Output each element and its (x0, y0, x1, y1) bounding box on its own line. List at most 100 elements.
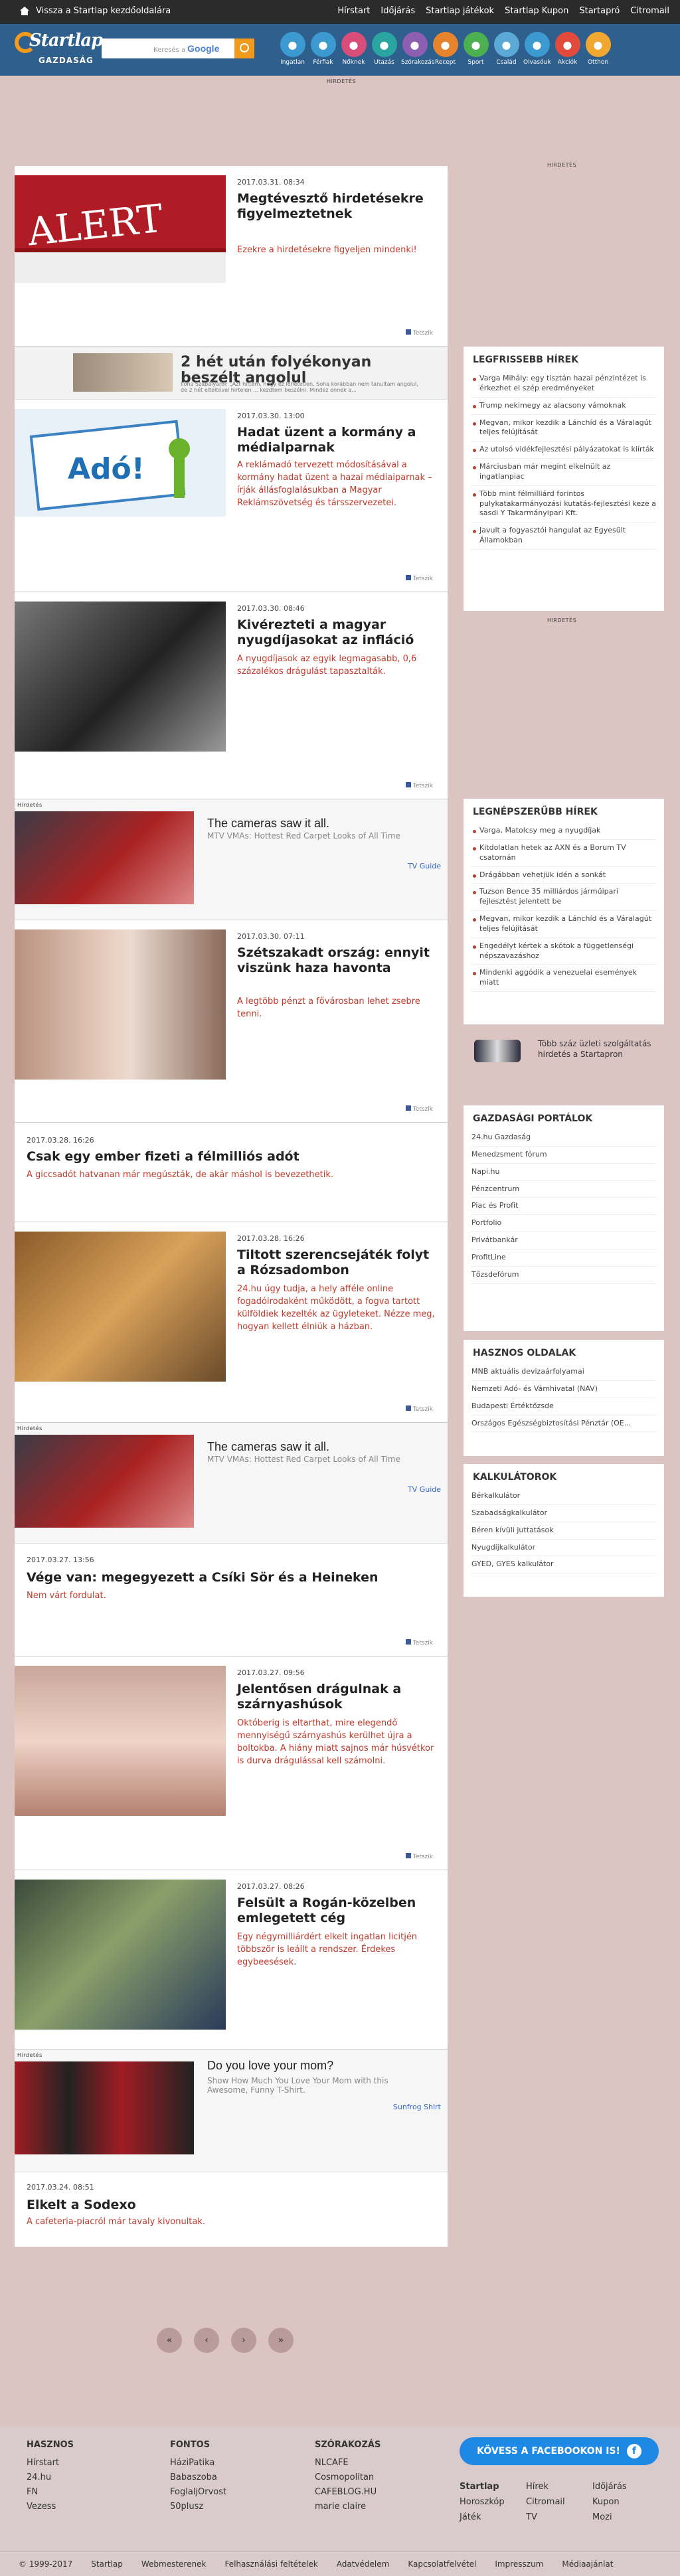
article-5[interactable]: 2017.03.28. 16:26 Tiltott szerencsejáték… (15, 1222, 448, 1423)
category-ingatlan[interactable]: ● Ingatlan (279, 32, 306, 66)
category-nőknek[interactable]: ● Nőknek (340, 32, 367, 66)
footer-link[interactable]: Babaszoba (170, 2472, 226, 2482)
last-page-button[interactable]: » (268, 2328, 294, 2353)
share-widget[interactable]: Tetszik (405, 782, 433, 789)
share-widget[interactable]: Tetszik (405, 1406, 433, 1413)
share-widget[interactable]: Tetszik (405, 329, 433, 337)
list-item[interactable]: Engedélyt kértek a skótok a függetlenség… (471, 938, 656, 965)
startlap-logo[interactable]: Startlap GAZDASÁG (15, 29, 103, 66)
list-item[interactable]: Kitdolatlan hetek az AXN és a Borum TV c… (471, 840, 656, 867)
list-item[interactable]: Budapesti Értéktőzsde (471, 1398, 656, 1415)
list-item[interactable]: GYED, GYES kalkulátor (471, 1556, 656, 1574)
footer-link[interactable]: Játék (460, 2512, 526, 2522)
article-8[interactable]: 2017.03.27. 08:26 Felsült a Rogán-közelb… (15, 1870, 448, 2050)
article-title[interactable]: Felsült a Rogán-közelben emlegetett cég (237, 1895, 436, 1926)
footer-link[interactable]: Adatvédelem (337, 2559, 390, 2569)
footer-link[interactable]: Hírstart (27, 2458, 74, 2468)
list-item[interactable]: Márciusban már megint elkelnült az ingat… (471, 459, 656, 486)
article-3[interactable]: 2017.03.30. 07:11 Szétszakadt ország: en… (15, 920, 448, 1123)
list-item[interactable]: Piac és Profit (471, 1198, 656, 1216)
list-item[interactable]: Pénzcentrum (471, 1181, 656, 1198)
promo-link[interactable]: TV Guide (408, 862, 441, 870)
list-item[interactable]: Mindenki aggódik a venezuelai események … (471, 965, 656, 993)
prev-page-button[interactable]: ‹ (194, 2328, 219, 2353)
article-title[interactable]: Jelentősen drágulnak a szárnyashúsok (237, 1682, 436, 1712)
toplink-citromail[interactable]: Citromail (630, 6, 669, 16)
category-család[interactable]: ● Család (493, 32, 520, 66)
list-item[interactable]: Portfolio (471, 1215, 656, 1233)
footer-link[interactable]: Kapcsolatfelvétel (408, 2559, 476, 2569)
footer-link[interactable]: Hírek (526, 2482, 592, 2492)
category-recept[interactable]: ● Recept (432, 32, 459, 66)
promo-ad-0[interactable]: Hirdetés The cameras saw it all. MTV VMA… (15, 799, 448, 920)
toplink-jatekok[interactable]: Startlap játékok (426, 6, 494, 16)
list-item[interactable]: Tuzson Bence 35 milliárdos járműipari fe… (471, 884, 656, 912)
back-link[interactable]: Vissza a Startlap kezdőoldalára (20, 6, 171, 16)
list-item[interactable]: Béren kívüli juttatások (471, 1522, 656, 1540)
footer-link[interactable]: TV (526, 2512, 592, 2522)
article-1[interactable]: Adó! 2017.03.30. 13:00 Hadat üzent a kor… (15, 400, 448, 592)
footer-link[interactable]: marie claire (315, 2502, 381, 2512)
share-widget[interactable]: Tetszik (405, 575, 433, 582)
footer-link[interactable]: Felhasználási feltételek (224, 2559, 317, 2569)
article-7[interactable]: 2017.03.27. 09:56 Jelentősen drágulnak a… (15, 1656, 448, 1870)
footer-link[interactable]: Cosmopolitan (315, 2472, 381, 2482)
list-item[interactable]: Több mint félmilliárd forintos pulykatak… (471, 486, 656, 523)
list-item[interactable]: Drágábban vehetjük idén a sonkát (471, 867, 656, 884)
article-4[interactable]: 2017.03.28. 16:26 Csak egy ember fizeti … (15, 1123, 448, 1222)
list-item[interactable]: Országos Egészségbiztosítási Pénztár (OE… (471, 1415, 656, 1433)
category-sport[interactable]: ● Sport (462, 32, 489, 66)
footer-link[interactable]: NLCAFE (315, 2458, 381, 2468)
footer-link[interactable]: Citromail (526, 2497, 592, 2507)
footer-link[interactable]: Startlap (460, 2482, 526, 2492)
footer-link[interactable]: Webmesterenek (141, 2559, 207, 2569)
list-item[interactable]: Megvan, mikor kezdik a Lánchíd és a Vára… (471, 415, 656, 442)
list-item[interactable]: Trump nekimegy az alacsony vámoknak (471, 398, 656, 415)
promo-link[interactable]: TV Guide (408, 1485, 441, 1494)
article-title[interactable]: Csak egy ember fizeti a félmilliós adót (27, 1149, 432, 1165)
article-title[interactable]: Tiltott szerencsejáték folyt a Rózsadomb… (237, 1248, 436, 1278)
search-box[interactable]: Keresés a Google (102, 39, 254, 58)
footer-link[interactable]: Horoszkóp (460, 2497, 526, 2507)
article-title[interactable]: Megtévesztő hirdetésekre figyelmeztetnek (237, 191, 436, 222)
article-title[interactable]: Hadat üzent a kormány a médialparnak (237, 425, 436, 455)
article-title[interactable]: Kivérezteti a magyar nyugdíjasokat az in… (237, 617, 436, 648)
promo-link[interactable]: Sunfrog Shirt (393, 2103, 441, 2111)
inline-ad[interactable]: 2 hét után folyékonyan beszélt angolul I… (15, 347, 448, 400)
category-utazás[interactable]: ● Utazás (371, 32, 398, 66)
startapro-promo[interactable]: Több száz üzleti szolgáltatás hirdetés a… (464, 1028, 664, 1074)
promo-ad-2[interactable]: Hirdetés Do you love your mom? Show How … (15, 2050, 448, 2172)
footer-link[interactable]: Kupon (592, 2497, 659, 2507)
toplink-hirstart[interactable]: Hírstart (337, 6, 370, 16)
article-title[interactable]: Vége van: megegyezett a Csíki Sör és a H… (27, 1570, 432, 1585)
article-9[interactable]: 2017.03.24. 08:51 Elkelt a Sodexo A cafe… (15, 2172, 448, 2247)
list-item[interactable]: Megvan, mikor kezdik a Lánchíd és a Vára… (471, 911, 656, 938)
article-2[interactable]: 2017.03.30. 08:46 Kivérezteti a magyar n… (15, 592, 448, 799)
list-item[interactable]: Nyugdíjkalkulátor (471, 1540, 656, 1557)
footer-link[interactable]: FoglaljOrvost (170, 2487, 226, 2497)
list-item[interactable]: Napi.hu (471, 1164, 656, 1181)
footer-link[interactable]: FN (27, 2487, 74, 2497)
footer-link[interactable]: HáziPatika (170, 2458, 226, 2468)
toplink-startapro[interactable]: Startapró (579, 6, 620, 16)
list-item[interactable]: Nemzeti Adó- és Vámhivatal (NAV) (471, 1381, 656, 1398)
category-férfiak[interactable]: ● Férfiak (309, 32, 337, 66)
article-6[interactable]: 2017.03.27. 13:56 Vége van: megegyezett … (15, 1544, 448, 1656)
list-item[interactable]: Varga, Matolcsy meg a nyugdíjak (471, 823, 656, 840)
list-item[interactable]: MNB aktuális devizaárfolyamai (471, 1364, 656, 1381)
article-0[interactable]: ALERT 2017.03.31. 08:34 Megtévesztő hird… (15, 166, 448, 347)
list-item[interactable]: Az utolsó vidékfejlesztési pályázatokat … (471, 442, 656, 459)
share-widget[interactable]: Tetszik (405, 1639, 433, 1647)
article-title[interactable]: Szétszakadt ország: ennyit viszünk haza … (237, 945, 436, 976)
category-otthon[interactable]: ● Otthon (584, 32, 612, 66)
share-widget[interactable]: Tetszik (405, 1105, 433, 1113)
category-olvasóuk[interactable]: ● Olvasóuk (523, 32, 551, 66)
footer-link[interactable]: CAFEBLOG.HU (315, 2487, 381, 2497)
footer-link[interactable]: Médiaajánlat (562, 2559, 613, 2569)
facebook-follow-button[interactable]: KÖVESS A FACEBOOKON IS! f (460, 2437, 659, 2465)
footer-link[interactable]: Időjárás (592, 2482, 659, 2492)
list-item[interactable]: Javult a fogyasztói hangulat az Egyesült… (471, 523, 656, 550)
list-item[interactable]: Szabadságkalkulátor (471, 1505, 656, 1522)
footer-link[interactable]: Startlap (91, 2559, 123, 2569)
promo-ad-1[interactable]: Hirdetés The cameras saw it all. MTV VMA… (15, 1423, 448, 1544)
